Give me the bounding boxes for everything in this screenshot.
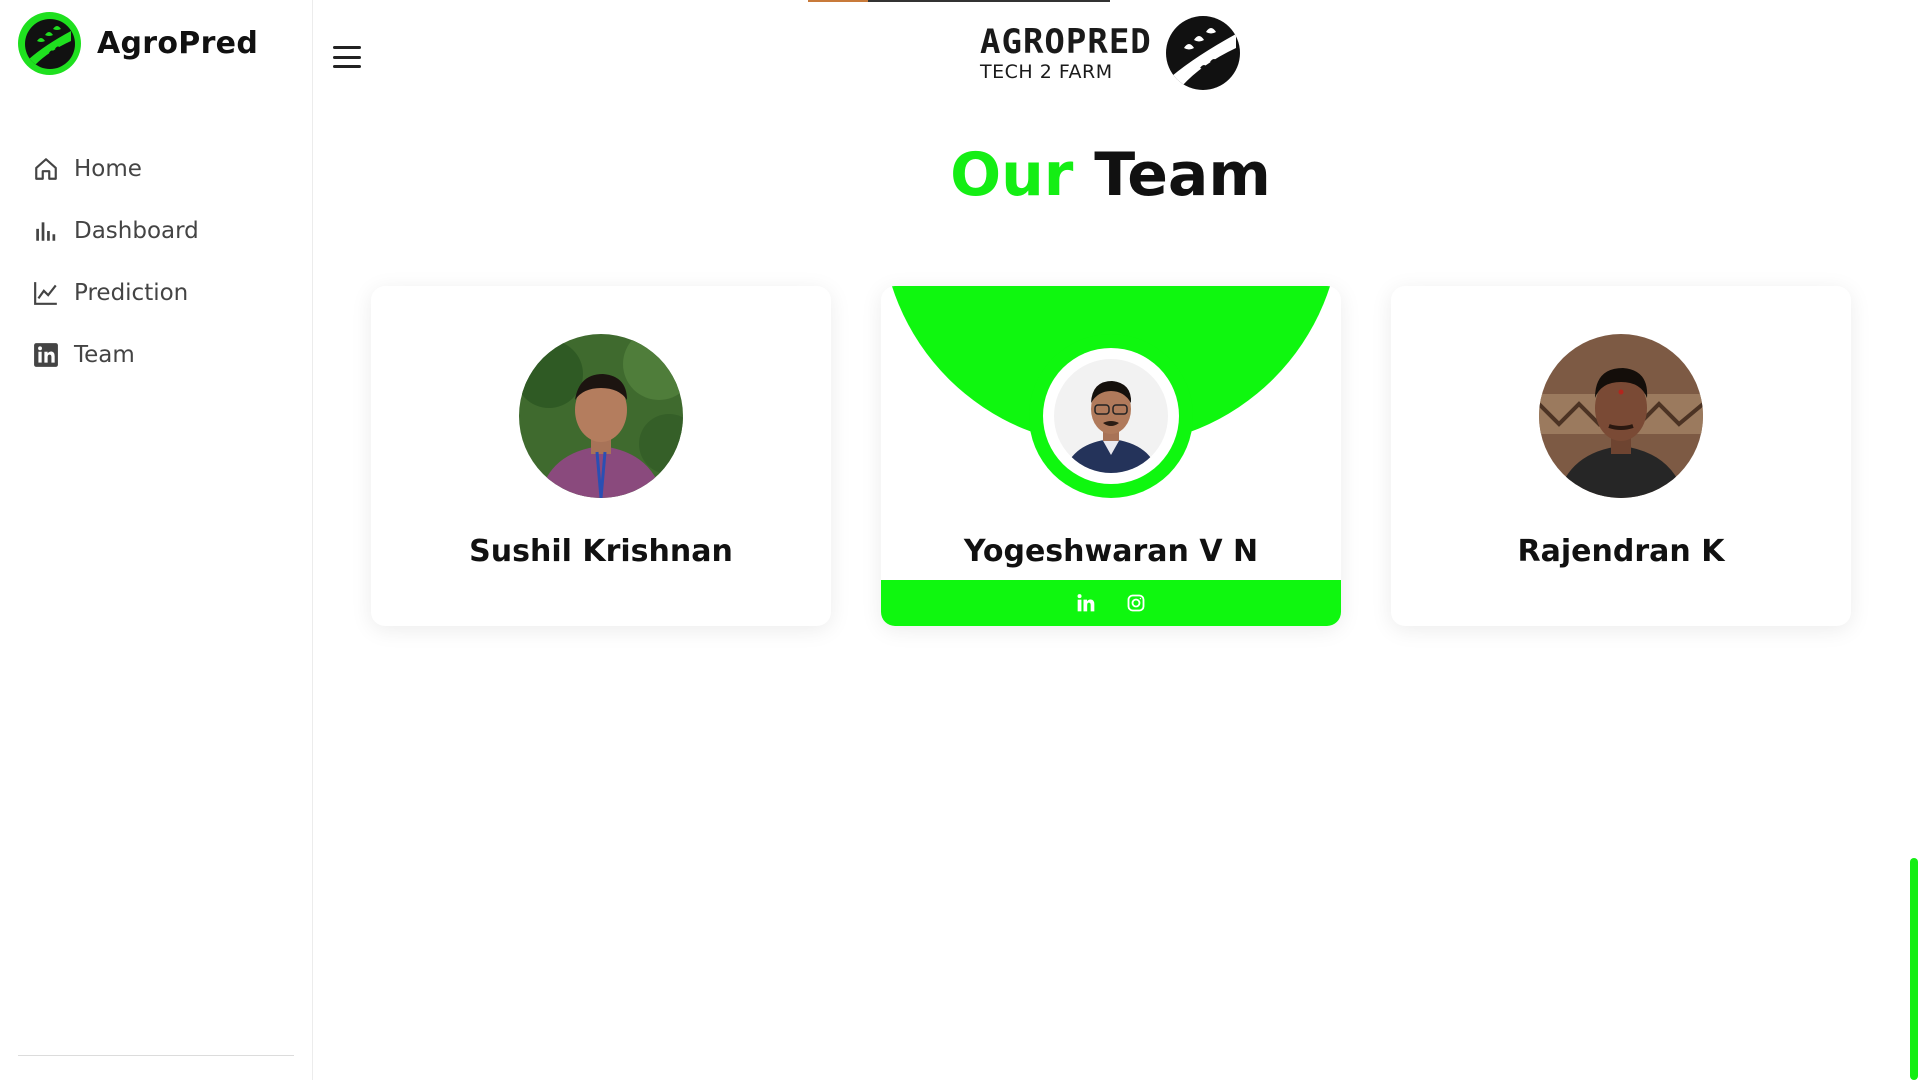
- team-member-name: Rajendran K: [1517, 534, 1725, 569]
- sidebar-item-label: Dashboard: [74, 218, 199, 244]
- page-scrollbar[interactable]: [1908, 0, 1920, 1080]
- sidebar-item-label: Home: [74, 156, 142, 182]
- social-links-bar: [881, 580, 1341, 626]
- team-member-name: Sushil Krishnan: [469, 534, 733, 569]
- scrollbar-thumb[interactable]: [1910, 858, 1918, 1080]
- line-chart-icon: [32, 279, 60, 307]
- linkedin-icon[interactable]: [1074, 591, 1098, 615]
- header-logo[interactable]: AGROPRED TECH 2 FARM: [980, 16, 1240, 90]
- page-title: Our Team: [313, 140, 1908, 210]
- team-member-card[interactable]: Rajendran K: [1391, 286, 1851, 626]
- linkedin-icon: [32, 341, 60, 369]
- avatar: [519, 334, 683, 498]
- brand-logo: [18, 12, 81, 75]
- team-member-name: Yogeshwaran V N: [963, 534, 1259, 569]
- sidebar-divider: [18, 1055, 294, 1056]
- page-title-accent: Our: [950, 140, 1074, 210]
- top-divider-accent: [808, 0, 868, 2]
- brand[interactable]: AgroPred: [18, 12, 258, 75]
- sidebar-item-prediction[interactable]: Prediction: [32, 262, 199, 324]
- sidebar-item-label: Prediction: [74, 280, 189, 306]
- brand-name: AgroPred: [97, 26, 259, 61]
- home-icon: [32, 155, 60, 183]
- hamburger-icon: [333, 46, 361, 49]
- instagram-icon[interactable]: [1124, 591, 1148, 615]
- team-member-card[interactable]: Sushil Krishnan: [371, 286, 831, 626]
- avatar: [1539, 334, 1703, 498]
- team-member-card[interactable]: Yogeshwaran V N: [881, 286, 1341, 626]
- sidebar: AgroPred Home Dashboard Prediction Team: [0, 0, 313, 1080]
- logo-mark-icon: [1165, 16, 1240, 90]
- header-logo-title: AGROPRED: [980, 22, 1152, 62]
- header-logo-subtitle: TECH 2 FARM: [980, 61, 1113, 83]
- sidebar-item-dashboard[interactable]: Dashboard: [32, 200, 199, 262]
- avatar: [1029, 334, 1193, 498]
- sidebar-item-label: Team: [74, 342, 135, 368]
- sidebar-item-home[interactable]: Home: [32, 138, 199, 200]
- page-title-rest: Team: [1094, 140, 1271, 210]
- sidebar-item-team[interactable]: Team: [32, 324, 199, 386]
- sidebar-nav: Home Dashboard Prediction Team: [32, 138, 199, 386]
- bar-chart-icon: [32, 217, 60, 245]
- menu-toggle-button[interactable]: [333, 46, 361, 68]
